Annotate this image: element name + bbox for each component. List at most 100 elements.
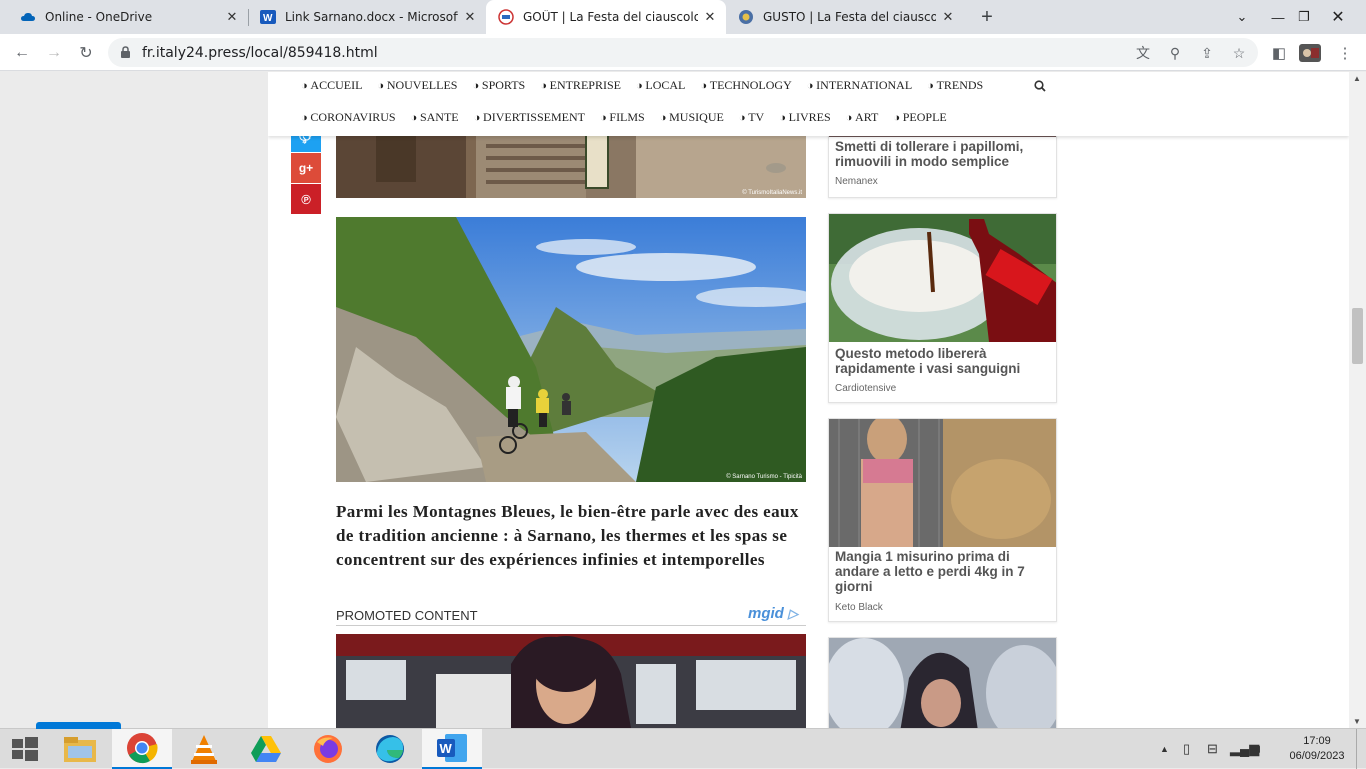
nav-item[interactable]: LOCAL [636, 78, 685, 93]
firefox-button[interactable] [298, 729, 358, 769]
pinterest-icon: ℗ [301, 191, 311, 207]
sponsored-card[interactable]: Mangia 1 misurino prima di andare a lett… [828, 418, 1057, 622]
tab-active[interactable]: GOÛT | La Festa del ciauscolo à Sarnano … [486, 0, 726, 34]
profile-avatar[interactable] [1299, 42, 1321, 64]
site-icon [738, 9, 754, 25]
tab-onedrive[interactable]: Online - OneDrive ✕ [8, 0, 249, 34]
tab-title: GUSTO | La Festa del ciauscolo a Sarnano [763, 10, 936, 24]
firefox-icon [314, 735, 342, 763]
file-explorer-button[interactable] [50, 729, 110, 769]
network-adapter-icon[interactable]: ⊟ [1207, 741, 1218, 757]
start-button[interactable] [0, 729, 50, 769]
restore-button[interactable]: ❐ [1288, 0, 1320, 34]
ad-source: Cardiotensive [835, 383, 897, 394]
site-navigation: ACCUEIL NOUVELLES SPORTS ENTREPRISE LOCA… [268, 72, 1349, 136]
wifi-signal-icon[interactable]: ▂▄▆ [1230, 741, 1259, 757]
nav-item[interactable]: NOUVELLES [377, 78, 458, 93]
close-tab-icon[interactable]: ✕ [702, 9, 718, 25]
nav-item[interactable]: ENTREPRISE [540, 78, 621, 93]
word-icon: W [260, 9, 276, 25]
ad-image [829, 419, 1056, 547]
tab-search-chevron-icon[interactable]: ⌄ [1226, 0, 1258, 34]
nav-item[interactable]: SANTE [411, 110, 459, 125]
svg-text:W: W [263, 13, 273, 24]
tablet-mode-icon[interactable]: ▯ [1183, 741, 1190, 757]
tab-gusto[interactable]: GUSTO | La Festa del ciauscolo a Sarnano… [726, 0, 964, 34]
web-page: ACCUEIL NOUVELLES SPORTS ENTREPRISE LOCA… [268, 72, 1349, 728]
nav-item[interactable]: TECHNOLOGY [700, 78, 792, 93]
article-image-mountains: © Sarnano Turismo - Tipicità [336, 217, 806, 482]
mgid-logo[interactable]: mgid ▷ [748, 605, 798, 622]
reload-button[interactable]: ↻ [74, 41, 98, 65]
nav-item[interactable]: TRENDS [927, 78, 984, 93]
share-icon[interactable]: ⇪ [1198, 44, 1216, 62]
back-button[interactable]: ← [10, 41, 34, 65]
edge-button[interactable] [360, 729, 420, 769]
nav-item[interactable]: ACCUEIL [301, 78, 362, 93]
sponsored-card[interactable]: Questo metodo libererà rapidamente i vas… [828, 213, 1057, 403]
close-tab-icon[interactable]: ✕ [462, 9, 478, 25]
close-tab-icon[interactable]: ✕ [224, 9, 240, 25]
nav-item[interactable]: INTERNATIONAL [807, 78, 912, 93]
translate-icon[interactable]: 文 [1134, 44, 1152, 62]
url-text: fr.italy24.press/local/859418.html [142, 45, 378, 61]
clock-time: 17:09 [1303, 735, 1331, 747]
system-clock[interactable]: 17:09 06/09/2023 [1282, 734, 1352, 764]
nav-item[interactable]: TV [739, 110, 764, 125]
pinterest-share-button[interactable]: ℗ [291, 184, 321, 214]
address-bar[interactable]: fr.italy24.press/local/859418.html 文 ⚲ ⇪… [108, 38, 1258, 67]
zoom-icon[interactable]: ⚲ [1166, 44, 1184, 62]
ad-image [829, 638, 1056, 728]
tab-title: GOÛT | La Festa del ciauscolo à Sarnano [523, 10, 698, 24]
image-credit: © Sarnano Turismo - Tipicità [726, 474, 802, 480]
bookmark-star-icon[interactable]: ☆ [1230, 44, 1248, 62]
close-window-button[interactable]: ✕ [1322, 0, 1354, 34]
tab-title: Link Sarnano.docx - Microsoft Word Onlin… [285, 10, 458, 24]
lock-icon[interactable] [120, 46, 131, 64]
chrome-icon [127, 733, 158, 764]
chrome-button[interactable] [112, 729, 172, 769]
ad-title[interactable]: Smetti di tollerare i papillomi, rimuovi… [835, 139, 1050, 169]
search-icon[interactable] [1034, 79, 1046, 97]
vlc-button[interactable] [174, 729, 234, 769]
tab-title: Online - OneDrive [45, 10, 153, 24]
adchoices-icon: ▷ [788, 606, 798, 621]
nav-item[interactable]: CORONAVIRUS [301, 110, 395, 125]
sponsored-card[interactable] [828, 637, 1057, 728]
nav-item[interactable]: DIVERTISSEMENT [474, 110, 585, 125]
scroll-down-icon[interactable]: ▼ [1353, 717, 1361, 726]
kebab-menu-icon[interactable]: ⋮ [1334, 42, 1356, 64]
googleplus-share-button[interactable]: g+ [291, 153, 321, 183]
taskbar-notification-strip [36, 722, 121, 729]
nav-item[interactable]: ART [846, 110, 878, 125]
google-drive-icon [251, 736, 281, 762]
promoted-content-header: PROMOTED CONTENT mgid ▷ [336, 605, 806, 626]
side-panel-icon[interactable]: ◧ [1268, 42, 1290, 64]
tab-word[interactable]: W Link Sarnano.docx - Microsoft Word Onl… [248, 0, 486, 34]
scroll-thumb[interactable] [1352, 308, 1363, 364]
show-hidden-icons[interactable]: ▲ [1160, 744, 1169, 754]
nav-item[interactable]: PEOPLE [893, 110, 947, 125]
close-tab-icon[interactable]: ✕ [940, 9, 956, 25]
page-scrollbar[interactable]: ▲ ▼ [1349, 72, 1366, 728]
volume-icon[interactable]: 🔈︎ [1256, 741, 1264, 757]
nav-item[interactable]: LIVRES [779, 110, 831, 125]
nav-item[interactable]: MUSIQUE [660, 110, 724, 125]
svg-text:W: W [440, 741, 453, 756]
scroll-up-icon[interactable]: ▲ [1353, 74, 1361, 83]
ad-image [829, 214, 1056, 342]
ad-source: Nemanex [835, 176, 878, 187]
onedrive-icon [20, 9, 36, 25]
tab-strip: Online - OneDrive ✕ W Link Sarnano.docx … [0, 0, 1366, 34]
forward-button[interactable]: → [42, 41, 66, 65]
new-tab-button[interactable]: + [976, 6, 998, 28]
promoted-image-newsroom[interactable] [336, 634, 806, 728]
nav-item[interactable]: FILMS [600, 110, 644, 125]
nav-item[interactable]: SPORTS [472, 78, 525, 93]
word-button[interactable]: W [422, 729, 482, 769]
ad-title[interactable]: Mangia 1 misurino prima di andare a lett… [835, 549, 1050, 594]
show-desktop-button[interactable] [1356, 729, 1366, 769]
ad-title[interactable]: Questo metodo libererà rapidamente i vas… [835, 346, 1050, 376]
google-drive-button[interactable] [236, 729, 296, 769]
ad-source: Keto Black [835, 602, 883, 613]
